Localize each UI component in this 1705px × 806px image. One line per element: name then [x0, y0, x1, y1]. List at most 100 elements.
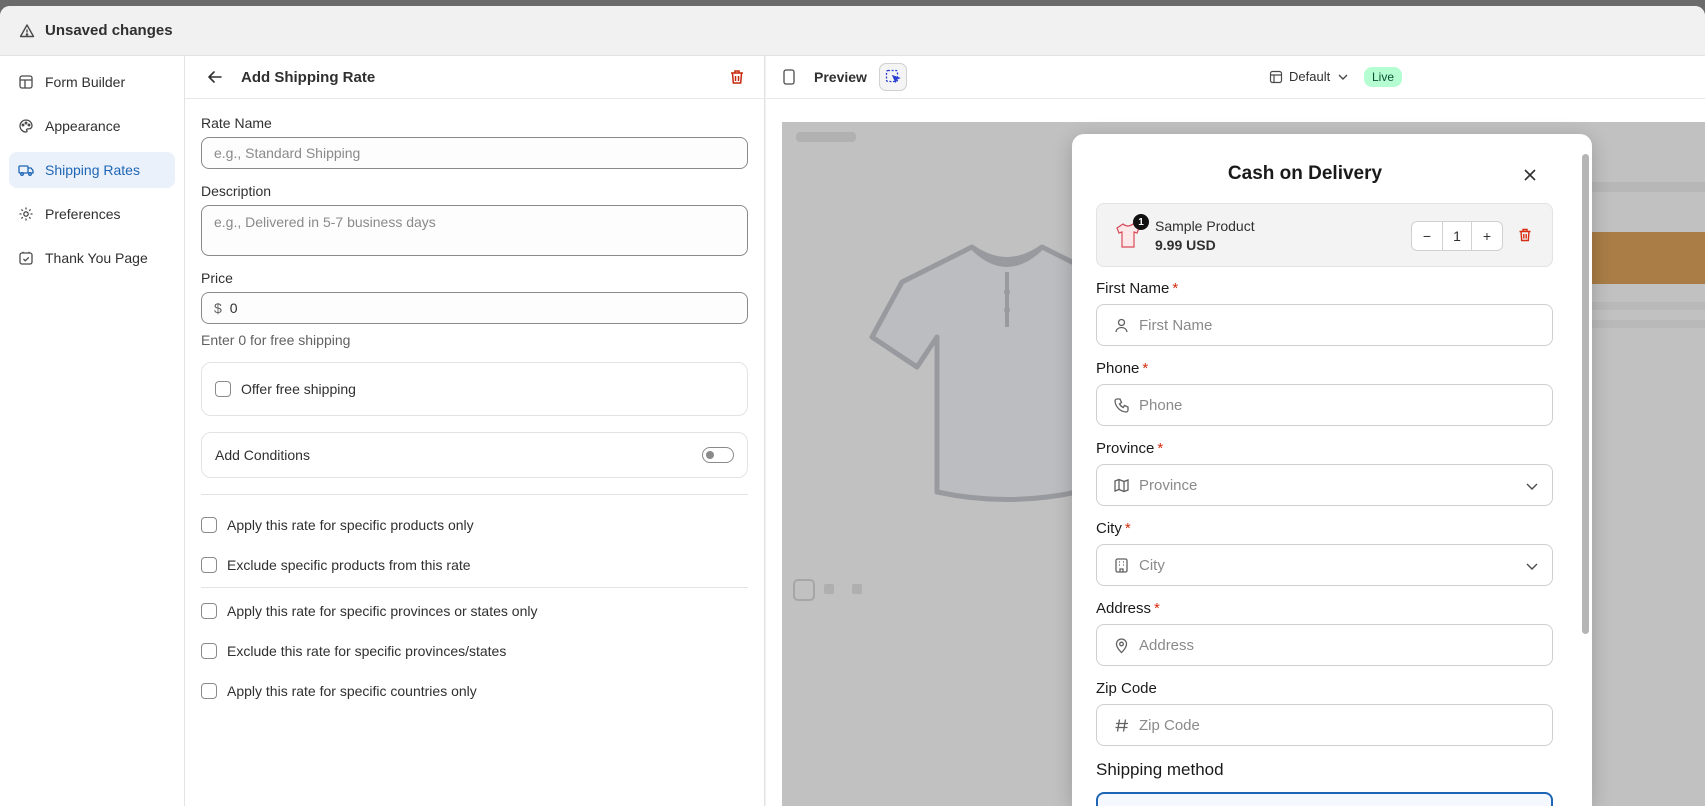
increase-quantity-button[interactable]: + — [1472, 222, 1502, 250]
condition-option[interactable]: Exclude specific products from this rate — [201, 545, 748, 585]
rate-name-input[interactable]: e.g., Standard Shipping — [201, 137, 748, 169]
unsaved-changes-bar: Unsaved changes — [0, 6, 1705, 56]
sidebar-item-label: Shipping Rates — [45, 162, 140, 178]
warning-icon — [19, 23, 35, 37]
sidebar-item-appearance[interactable]: Appearance — [9, 108, 175, 144]
chevron-down-icon — [1526, 483, 1538, 490]
delete-rate-icon[interactable] — [728, 68, 746, 86]
sidebar-item-label: Form Builder — [45, 74, 126, 90]
condition-checkbox[interactable] — [201, 683, 217, 699]
map-icon — [1114, 478, 1129, 492]
hash-icon — [1115, 718, 1128, 732]
thank-you-icon — [19, 251, 33, 265]
condition-option[interactable]: Apply this rate for specific provinces o… — [201, 591, 748, 631]
sidebar-item-label: Preferences — [45, 206, 121, 222]
condition-option[interactable]: Apply this rate for specific countries o… — [201, 671, 748, 711]
province-select[interactable]: Province — [1096, 464, 1553, 506]
condition-option[interactable]: Apply this rate for specific products on… — [201, 505, 748, 545]
sidebar-item-form-builder[interactable]: Form Builder — [9, 64, 175, 100]
location-pin-icon — [1115, 637, 1128, 653]
phone-placeholder: Phone — [1139, 396, 1183, 414]
condition-label: Exclude this rate for specific provinces… — [227, 643, 507, 659]
sidebar-item-thank-you-page[interactable]: Thank You Page — [9, 240, 175, 276]
preview-title: Preview — [814, 69, 867, 85]
chevron-down-icon — [1338, 74, 1348, 80]
cart-product-card: 1 Sample Product 9.99 USD − 1 + — [1096, 203, 1553, 267]
truck-icon — [18, 165, 34, 176]
divider — [201, 494, 748, 495]
city-placeholder: City — [1139, 556, 1165, 574]
modal-scrollbar[interactable] — [1582, 154, 1589, 634]
back-arrow-icon[interactable] — [205, 67, 225, 87]
add-conditions-label: Add Conditions — [215, 447, 310, 463]
layout-icon — [1269, 70, 1283, 83]
editor-title: Add Shipping Rate — [241, 68, 376, 86]
decrease-quantity-button[interactable]: − — [1412, 222, 1442, 250]
live-status-badge: Live — [1364, 67, 1403, 87]
quantity-badge: 1 — [1133, 214, 1149, 230]
zip-code-input[interactable]: Zip Code — [1096, 704, 1553, 746]
zip-code-label: Zip Code — [1096, 680, 1157, 697]
condition-checkbox[interactable] — [201, 643, 217, 659]
condition-option[interactable]: Exclude this rate for specific provinces… — [201, 631, 748, 671]
address-placeholder: Address — [1139, 636, 1195, 654]
shipping-method-option[interactable] — [1096, 792, 1553, 806]
condition-label: Exclude specific products from this rate — [227, 557, 471, 573]
condition-label: Apply this rate for specific provinces o… — [227, 603, 538, 619]
address-label: Address * — [1096, 600, 1160, 617]
currency-symbol: $ — [214, 300, 222, 316]
city-select[interactable]: City — [1096, 544, 1553, 586]
rate-name-label: Rate Name — [201, 115, 272, 131]
element-selector-button[interactable] — [878, 63, 907, 91]
free-shipping-card: Offer free shipping — [201, 362, 748, 416]
select-pointer-icon — [885, 69, 901, 84]
divider — [201, 587, 748, 588]
price-input[interactable]: $ 0 — [201, 292, 748, 324]
person-icon — [1115, 318, 1128, 332]
mobile-device-icon[interactable] — [782, 69, 796, 85]
phone-icon — [1114, 397, 1129, 413]
zip-code-placeholder: Zip Code — [1139, 716, 1200, 734]
gear-icon — [19, 207, 33, 221]
theme-value: Default — [1289, 69, 1331, 84]
app-window: Unsaved changes Form Builder Appearance … — [0, 6, 1705, 806]
add-conditions-card: Add Conditions — [201, 432, 748, 478]
first-name-placeholder: First Name — [1139, 316, 1213, 334]
chevron-down-icon — [1526, 563, 1538, 570]
description-label: Description — [201, 183, 272, 199]
modal-title: Cash on Delivery — [1227, 163, 1383, 184]
sidebar-item-label: Appearance — [45, 118, 121, 134]
sidebar-item-preferences[interactable]: Preferences — [9, 196, 175, 232]
phone-input[interactable]: Phone — [1096, 384, 1553, 426]
cod-form-modal: Cash on Delivery 1 Sample Product 9.99 U… — [1072, 134, 1592, 806]
sidebar-nav: Form Builder Appearance Shipping Rates P… — [0, 56, 185, 806]
description-placeholder: e.g., Delivered in 5-7 business days — [214, 214, 436, 230]
phone-label: Phone * — [1096, 360, 1149, 377]
condition-label: Apply this rate for specific countries o… — [227, 683, 477, 699]
first-name-label: First Name * — [1096, 280, 1179, 297]
free-shipping-checkbox[interactable] — [215, 381, 231, 397]
condition-checkbox[interactable] — [201, 603, 217, 619]
quantity-value[interactable]: 1 — [1442, 222, 1472, 250]
condition-checkbox[interactable] — [201, 517, 217, 533]
product-name: Sample Product — [1155, 217, 1255, 234]
form-builder-icon — [19, 75, 33, 89]
close-icon[interactable] — [1522, 167, 1538, 183]
product-price: 9.99 USD — [1155, 236, 1216, 253]
theme-dropdown[interactable]: Default — [1269, 69, 1350, 84]
product-thumbnail: 1 — [1113, 214, 1149, 250]
price-value: 0 — [229, 300, 238, 316]
condition-checkbox[interactable] — [201, 557, 217, 573]
sidebar-item-label: Thank You Page — [45, 250, 148, 266]
remove-product-icon[interactable] — [1517, 227, 1533, 243]
description-textarea[interactable]: e.g., Delivered in 5-7 business days — [201, 205, 748, 256]
address-input[interactable]: Address — [1096, 624, 1553, 666]
quantity-stepper: − 1 + — [1411, 221, 1503, 251]
first-name-input[interactable]: First Name — [1096, 304, 1553, 346]
province-label: Province * — [1096, 440, 1164, 457]
shipping-method-heading: Shipping method — [1096, 760, 1224, 779]
price-help-text: Enter 0 for free shipping — [201, 332, 351, 348]
sidebar-item-shipping-rates[interactable]: Shipping Rates — [9, 152, 175, 188]
add-conditions-toggle[interactable] — [702, 447, 734, 463]
preview-header: Preview Default Live — [766, 56, 1705, 99]
